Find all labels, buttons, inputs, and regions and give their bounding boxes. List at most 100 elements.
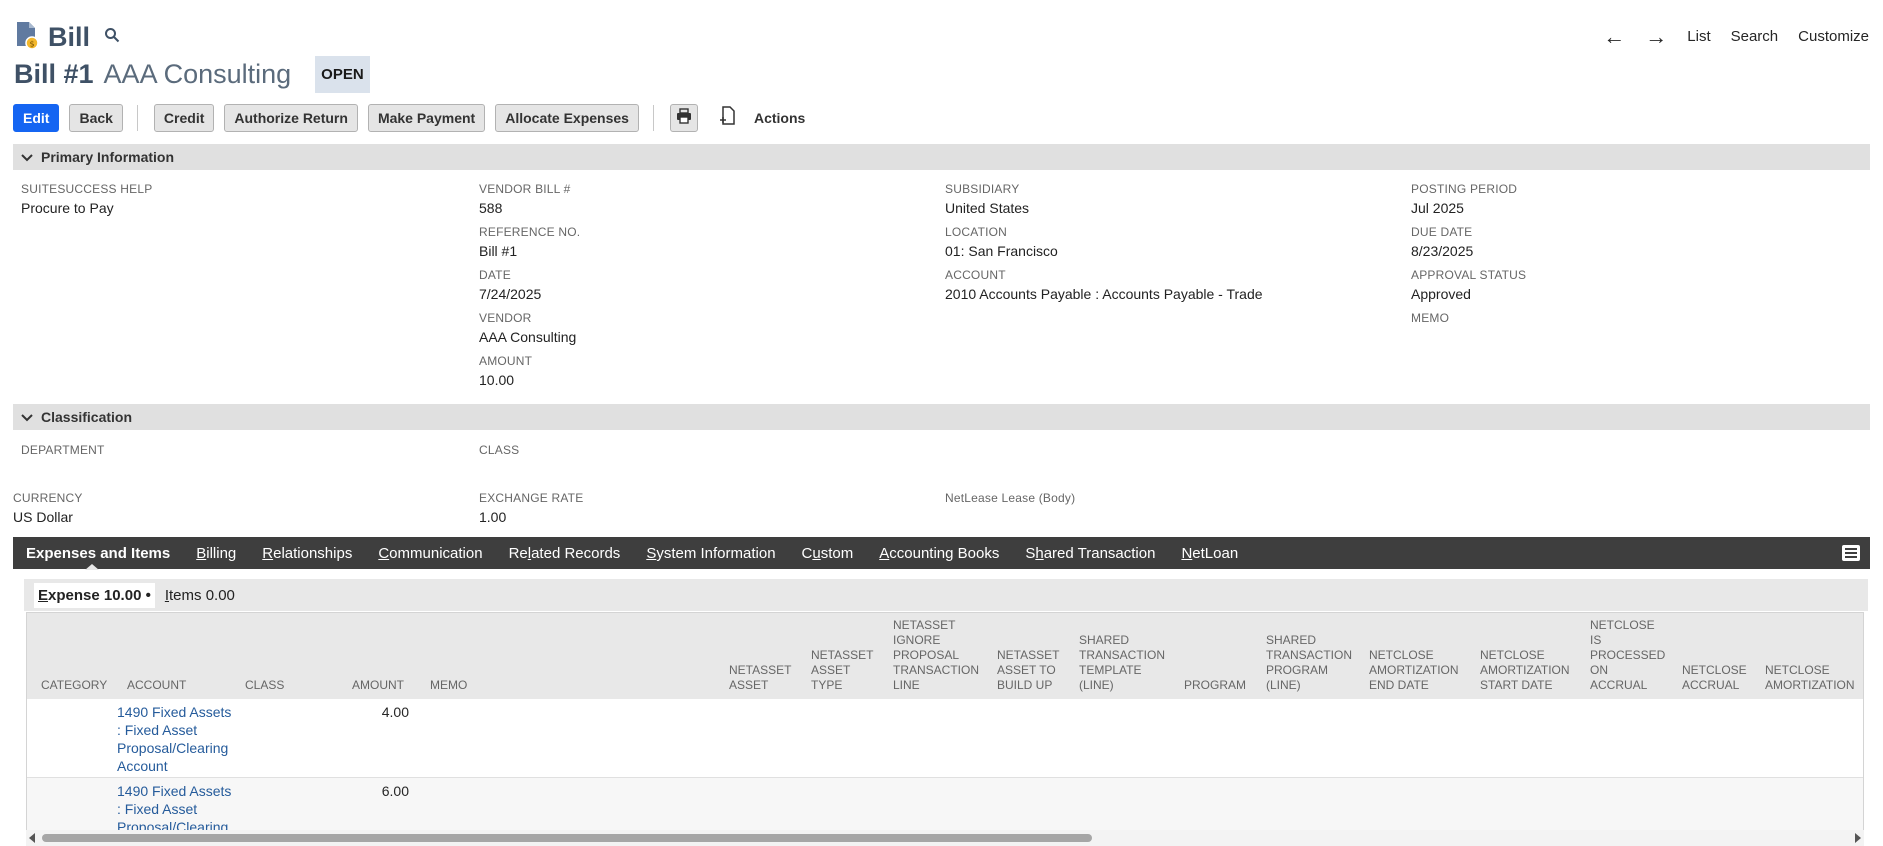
account-link[interactable]: 2010 Accounts Payable : Accounts Payable…	[945, 286, 1263, 302]
column-header-netclose-amortization[interactable]: NetClose Amortization	[1765, 663, 1855, 693]
column-header-account[interactable]: Account	[127, 678, 186, 693]
tab-netloan[interactable]: NetLoan	[1181, 545, 1238, 562]
column-header-netasset-ignore[interactable]: NetAsset Ignore Proposal Transaction Lin…	[893, 618, 979, 693]
field-label: Account	[945, 268, 1006, 282]
tab-system-information[interactable]: System Information	[646, 545, 775, 562]
field-label: Department	[21, 443, 105, 457]
print-button[interactable]	[669, 104, 698, 132]
back-button[interactable]: Back	[69, 104, 123, 132]
scrollbar-thumb[interactable]	[42, 834, 1092, 842]
record-title-line: Bill #1 AAA Consulting OPEN	[14, 56, 370, 93]
column-header-netclose-start[interactable]: NetClose Amortization Start Date	[1480, 648, 1570, 693]
new-document-icon[interactable]	[718, 105, 736, 131]
field-value: United States	[945, 200, 1030, 216]
scroll-right-arrow-icon[interactable]	[1855, 833, 1861, 843]
tab-label: ommunication	[389, 544, 483, 562]
column-header-memo[interactable]: Memo	[430, 678, 467, 693]
allocate-expenses-button[interactable]: Allocate Expenses	[495, 104, 639, 132]
scroll-left-arrow-icon[interactable]	[29, 833, 35, 843]
subtab-items[interactable]: Items 0.00	[165, 587, 235, 604]
customize-link[interactable]: Customize	[1798, 28, 1869, 45]
action-toolbar: Edit Back Credit Authorize Return Make P…	[13, 104, 805, 132]
next-record-arrow-icon[interactable]: →	[1645, 25, 1667, 47]
column-header-netasset-asset-type[interactable]: NetAsset Asset Type	[811, 648, 873, 693]
tab-label: tems 0.00	[169, 586, 235, 604]
tab-shortcut-letter: A	[879, 544, 890, 562]
credit-button[interactable]: Credit	[153, 104, 215, 132]
field-value: Jul 2025	[1411, 200, 1464, 216]
horizontal-scrollbar[interactable]	[26, 830, 1864, 846]
currency-field: Currency US Dollar	[13, 491, 83, 525]
tab-label: ated Records	[531, 544, 621, 562]
row-account-link[interactable]: 1490 Fixed Assets : Fixed Asset Proposal…	[117, 703, 237, 775]
tab-label: ared Transaction	[1043, 544, 1156, 562]
column-header-amount[interactable]: Amount	[352, 678, 404, 693]
toolbar-divider	[136, 105, 138, 131]
page-header: $ Bill	[14, 20, 120, 55]
printer-icon	[676, 107, 692, 129]
column-header-netclose-accrual[interactable]: NetClose Accrual	[1682, 663, 1747, 693]
amount-field: Amount 10.00	[479, 354, 532, 388]
tab-label: S	[1025, 544, 1036, 562]
search-icon[interactable]	[104, 27, 120, 48]
tab-shortcut-letter: S	[646, 544, 657, 562]
tab-label: elationships	[273, 544, 353, 562]
column-header-program[interactable]: Program	[1184, 678, 1246, 693]
edit-button[interactable]: Edit	[13, 104, 60, 132]
expense-grid: Category Account Class Amount Memo NetAs…	[26, 612, 1864, 846]
tab-menu-icon[interactable]	[1842, 545, 1860, 566]
authorize-return-button[interactable]: Authorize Return	[224, 104, 358, 132]
svg-text:$: $	[29, 40, 34, 49]
list-link[interactable]: List	[1687, 28, 1710, 45]
row-amount: 6.00	[381, 783, 409, 799]
tab-shortcut-letter: h	[1035, 544, 1044, 562]
tab-relationships[interactable]: Relationships	[262, 545, 352, 562]
tab-communication[interactable]: Communication	[378, 545, 482, 562]
field-value: Bill #1	[479, 243, 518, 259]
field-value: 7/24/2025	[479, 286, 542, 302]
class-field: Class	[479, 443, 519, 461]
actions-menu[interactable]: Actions	[754, 110, 805, 126]
field-value: 8/23/2025	[1411, 243, 1474, 259]
subtab-expense[interactable]: Expense 10.00 •	[34, 582, 155, 608]
tab-custom[interactable]: Custom	[802, 545, 854, 562]
field-label: Amount	[479, 354, 533, 368]
column-header-category[interactable]: Category	[41, 678, 107, 693]
column-header-netclose-processed[interactable]: NetClose Is Processed on Accrual	[1590, 618, 1665, 693]
column-header-class[interactable]: Class	[245, 678, 284, 693]
table-row[interactable]: 1490 Fixed Assets : Fixed Asset Proposal…	[27, 699, 1863, 778]
procure-to-pay-link[interactable]: Procure to Pay	[21, 200, 152, 216]
tab-accounting-books[interactable]: Accounting Books	[879, 545, 999, 562]
column-header-netasset-to-build[interactable]: NetAsset Asset to Build Up	[997, 648, 1059, 693]
field-label: Currency	[13, 491, 83, 505]
tab-billing[interactable]: Billing	[196, 545, 236, 562]
field-label: NetLease Lease (Body)	[945, 491, 1076, 505]
netlease-field: NetLease Lease (Body)	[945, 491, 1075, 509]
tab-label: C	[801, 544, 813, 562]
tab-label: ccounting Books	[889, 544, 1000, 562]
classification-header[interactable]: Classification	[13, 404, 1870, 430]
field-label: Reference No.	[479, 225, 581, 239]
field-label: Vendor	[479, 311, 532, 325]
field-label: Location	[945, 225, 1008, 239]
approval-status-field: Approval Status Approved	[1411, 268, 1526, 302]
tab-label: Re	[508, 544, 528, 562]
tab-expenses-and-items[interactable]: Expenses and Items	[26, 545, 170, 562]
search-link[interactable]: Search	[1731, 28, 1779, 45]
due-date-field: Due Date 8/23/2025	[1411, 225, 1473, 259]
tab-label: stom	[820, 544, 854, 562]
column-header-netasset-asset[interactable]: NetAsset Asset	[729, 663, 791, 693]
vendor-link[interactable]: AAA Consulting	[479, 329, 576, 345]
field-value: 588	[479, 200, 503, 216]
tab-related-records[interactable]: Related Records	[509, 545, 621, 562]
chevron-down-icon	[21, 149, 33, 165]
field-value: 10.00	[479, 372, 515, 388]
department-field: Department	[21, 443, 105, 461]
tab-shared-transaction[interactable]: Shared Transaction	[1025, 545, 1155, 562]
previous-record-arrow-icon[interactable]: ←	[1603, 25, 1625, 47]
column-header-shared-program[interactable]: Shared Transaction Program (Line)	[1266, 633, 1352, 693]
make-payment-button[interactable]: Make Payment	[367, 104, 486, 132]
column-header-shared-template[interactable]: Shared Transaction Template (Line)	[1079, 633, 1165, 693]
primary-information-header[interactable]: Primary Information	[13, 144, 1870, 170]
column-header-netclose-end[interactable]: NetClose Amortization End Date	[1369, 648, 1459, 693]
